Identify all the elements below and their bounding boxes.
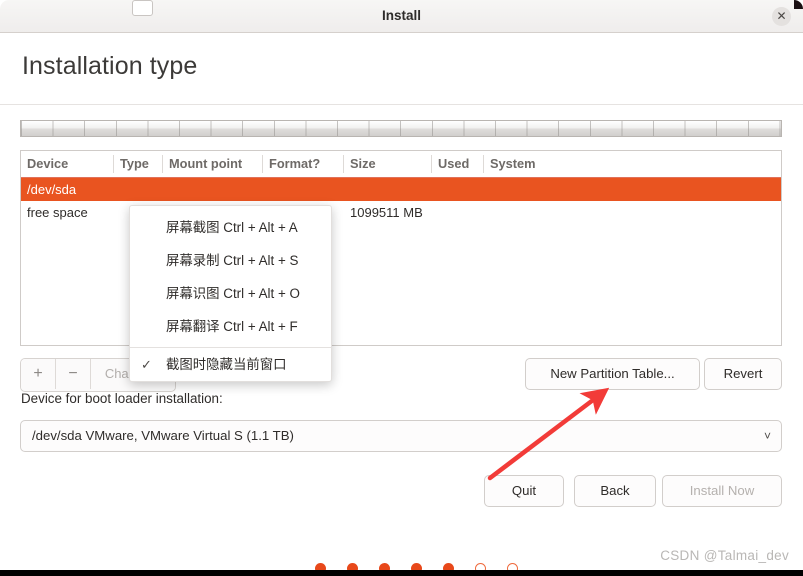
menu-item-screen-translate[interactable]: 屏幕翻译 Ctrl + Alt + F xyxy=(130,311,331,343)
screenshot-checkbox-icon[interactable] xyxy=(132,0,153,16)
heading-divider xyxy=(0,104,803,105)
screen-bottom-bar xyxy=(0,570,803,576)
column-header-size-label: Size xyxy=(350,156,376,171)
column-header-system-label: System xyxy=(490,156,536,171)
install-now-button: Install Now xyxy=(662,475,782,507)
menu-item-screen-record[interactable]: 屏幕录制 Ctrl + Alt + S xyxy=(130,245,331,277)
chevron-down-icon: ˅ xyxy=(763,429,771,443)
menu-item-label: 屏幕录制 Ctrl + Alt + S xyxy=(166,253,299,268)
column-header-format-label: Format? xyxy=(269,156,321,171)
title-bar: Install ✕ xyxy=(0,0,803,33)
column-header-used[interactable]: Used xyxy=(432,151,484,177)
column-header-mount-point[interactable]: Mount point xyxy=(163,151,263,177)
column-header-format[interactable]: Format? xyxy=(263,151,344,177)
add-partition-button[interactable]: + xyxy=(21,359,56,389)
column-header-system[interactable]: System xyxy=(484,151,781,177)
menu-divider xyxy=(130,347,331,348)
progress-dots xyxy=(0,563,803,570)
disk-layout-bar xyxy=(20,120,782,137)
close-icon[interactable]: ✕ xyxy=(772,7,791,26)
new-partition-table-button[interactable]: New Partition Table... xyxy=(525,358,700,390)
progress-dot xyxy=(475,563,486,570)
menu-item-screen-ocr[interactable]: 屏幕识图 Ctrl + Alt + O xyxy=(130,278,331,310)
remove-partition-button[interactable]: − xyxy=(56,359,91,389)
cell-size: 1099511 MB xyxy=(350,205,423,220)
cell-device: free space xyxy=(27,205,88,220)
menu-item-screen-capture[interactable]: 屏幕截图 Ctrl + Alt + A xyxy=(130,212,331,244)
column-header-used-label: Used xyxy=(438,156,470,171)
quit-button[interactable]: Quit xyxy=(484,475,564,507)
page-title: Installation type xyxy=(22,52,198,80)
column-header-device[interactable]: Device xyxy=(21,151,114,177)
bootloader-label: Device for boot loader installation: xyxy=(21,391,223,406)
screenshot-context-menu: 屏幕截图 Ctrl + Alt + A 屏幕录制 Ctrl + Alt + S … xyxy=(129,205,332,382)
progress-dot xyxy=(315,563,326,570)
progress-dot xyxy=(443,563,454,570)
revert-button[interactable]: Revert xyxy=(704,358,782,390)
window-title: Install xyxy=(381,8,421,23)
progress-dot xyxy=(507,563,518,570)
column-header-mount-point-label: Mount point xyxy=(169,156,243,171)
bootloader-selected-value: /dev/sda VMware, VMware Virtual S (1.1 T… xyxy=(32,428,294,443)
progress-dot xyxy=(379,563,390,570)
menu-item-hide-window-on-capture[interactable]: ✓ 截图时隐藏当前窗口 xyxy=(130,349,331,381)
back-button[interactable]: Back xyxy=(574,475,656,507)
menu-item-label: 屏幕截图 Ctrl + Alt + A xyxy=(166,220,298,235)
install-window: Install ✕ Installation type Device Type … xyxy=(0,0,803,570)
column-header-device-label: Device xyxy=(27,156,69,171)
partition-table-header: Device Type Mount point Format? Size Use… xyxy=(21,151,781,178)
column-header-size[interactable]: Size xyxy=(344,151,432,177)
menu-item-label: 屏幕翻译 Ctrl + Alt + F xyxy=(166,319,298,334)
menu-item-label: 截图时隐藏当前窗口 xyxy=(166,357,287,372)
check-icon: ✓ xyxy=(141,357,152,372)
watermark-text: CSDN @Talmai_dev xyxy=(660,548,789,563)
progress-dot xyxy=(347,563,358,570)
progress-dot xyxy=(411,563,422,570)
column-header-type[interactable]: Type xyxy=(114,151,163,177)
bootloader-device-select[interactable]: /dev/sda VMware, VMware Virtual S (1.1 T… xyxy=(20,420,782,452)
cell-device: /dev/sda xyxy=(27,182,77,197)
column-header-type-label: Type xyxy=(120,156,149,171)
table-row[interactable]: /dev/sda xyxy=(21,178,781,201)
menu-item-label: 屏幕识图 Ctrl + Alt + O xyxy=(166,286,300,301)
